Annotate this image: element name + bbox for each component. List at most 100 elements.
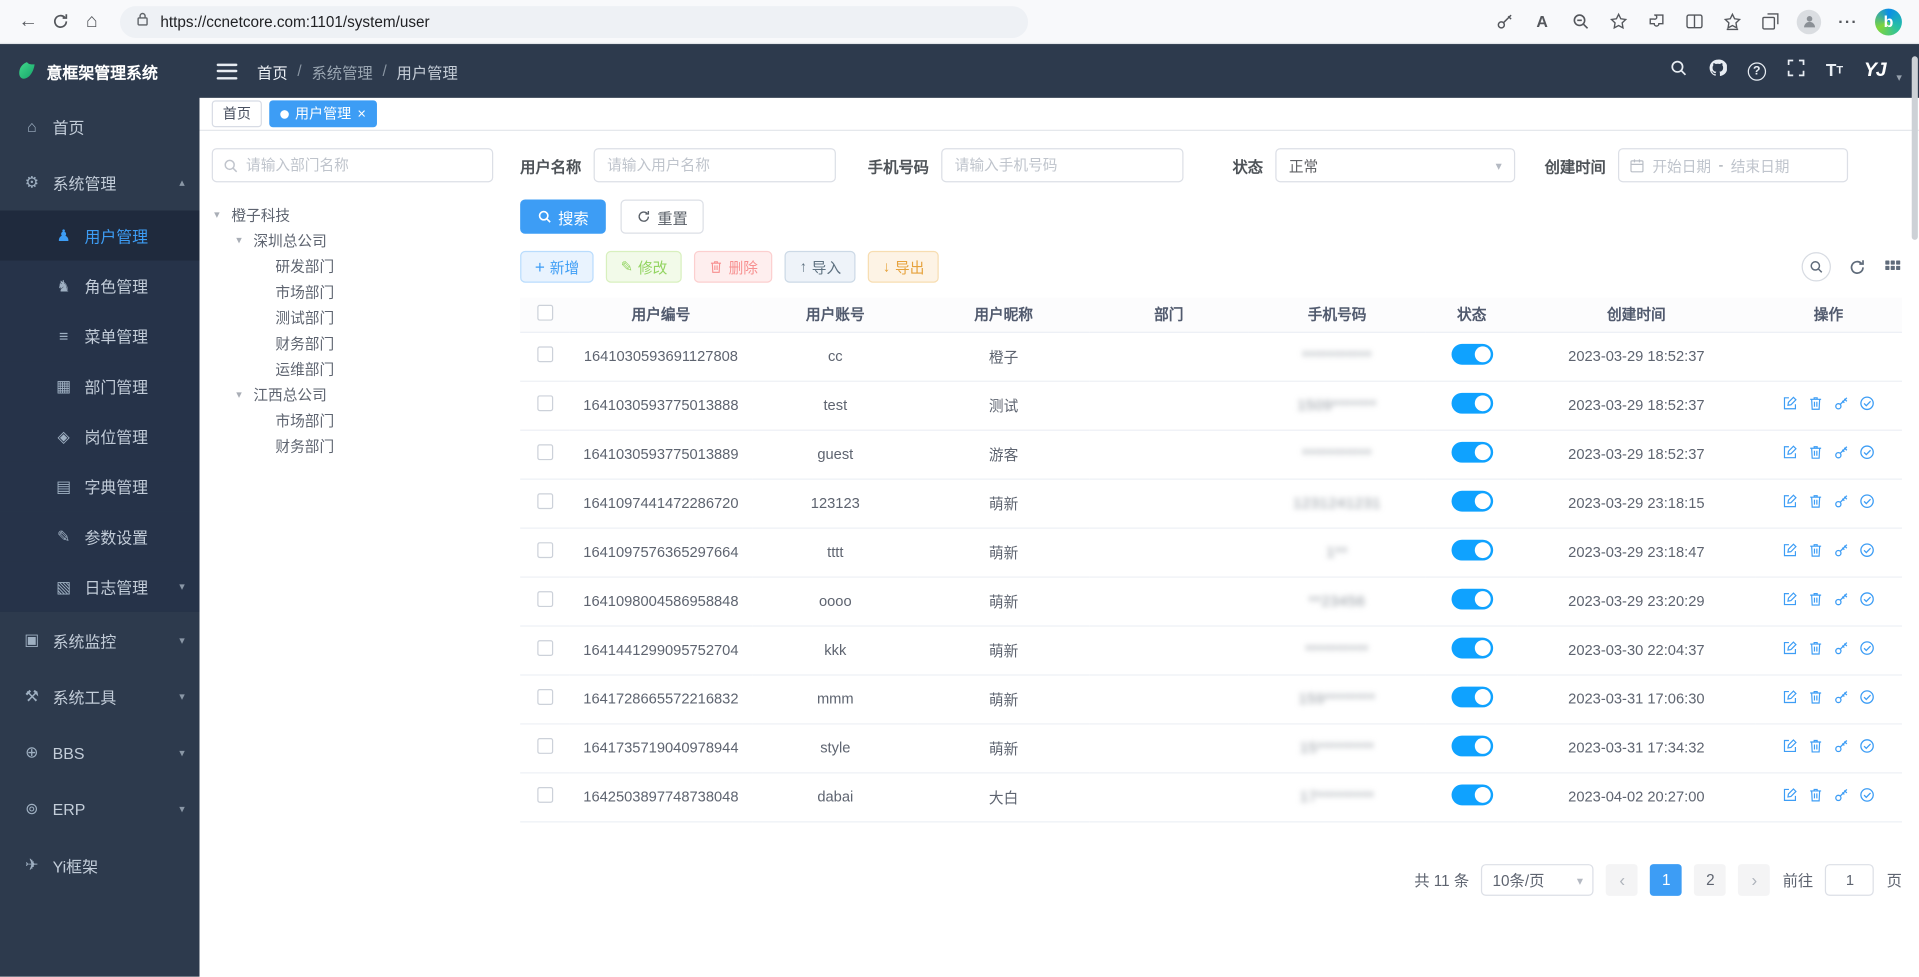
favorites-bar-icon[interactable]: [1721, 10, 1743, 32]
status-toggle[interactable]: [1451, 589, 1493, 610]
page-button[interactable]: 2: [1694, 863, 1726, 895]
row-reset-password-icon[interactable]: [1833, 689, 1849, 705]
tree-node[interactable]: 运维部门: [212, 356, 493, 382]
row-edit-icon[interactable]: [1782, 542, 1798, 558]
status-toggle[interactable]: [1451, 785, 1493, 806]
tree-node[interactable]: 市场部门: [212, 408, 493, 434]
table-refresh-icon[interactable]: [1848, 258, 1866, 276]
reset-button[interactable]: 重置: [621, 199, 704, 233]
tab[interactable]: 首页: [212, 100, 262, 127]
tree-node[interactable]: 市场部门: [212, 279, 493, 305]
row-checkbox[interactable]: [537, 640, 553, 656]
tree-node[interactable]: 财务部门: [212, 433, 493, 459]
row-edit-icon[interactable]: [1782, 738, 1798, 754]
row-assign-role-icon[interactable]: [1859, 738, 1875, 754]
sidebar-item[interactable]: ✎ 参数设置: [0, 512, 199, 562]
row-assign-role-icon[interactable]: [1859, 395, 1875, 411]
row-checkbox[interactable]: [537, 346, 553, 362]
edit-button[interactable]: 修改: [606, 251, 682, 283]
row-reset-password-icon[interactable]: [1833, 395, 1849, 411]
user-avatar[interactable]: YJ: [1864, 60, 1886, 82]
header-search-icon[interactable]: [1669, 59, 1687, 83]
delete-button[interactable]: 删除: [694, 251, 772, 283]
department-search-input[interactable]: [246, 157, 482, 174]
row-assign-role-icon[interactable]: [1859, 689, 1875, 705]
status-toggle[interactable]: [1451, 687, 1493, 708]
row-assign-role-icon[interactable]: [1859, 787, 1875, 803]
status-toggle[interactable]: [1451, 736, 1493, 757]
row-reset-password-icon[interactable]: [1833, 542, 1849, 558]
bing-icon[interactable]: b: [1875, 8, 1902, 35]
browser-home-icon[interactable]: [76, 6, 108, 38]
row-delete-icon[interactable]: [1808, 689, 1824, 705]
sidebar-item[interactable]: ▤ 字典管理: [0, 461, 199, 511]
row-assign-role-icon[interactable]: [1859, 640, 1875, 656]
status-toggle[interactable]: [1451, 638, 1493, 659]
extensions-icon[interactable]: [1645, 10, 1667, 32]
status-select[interactable]: 正常: [1275, 148, 1515, 182]
sidebar-item[interactable]: ≡ 菜单管理: [0, 311, 199, 361]
sidebar-item[interactable]: ⊚ ERP ▾: [0, 781, 199, 837]
sidebar-item[interactable]: ♟ 用户管理: [0, 211, 199, 261]
column-settings-icon[interactable]: [1884, 258, 1902, 276]
tree-node[interactable]: ▾ 橙子科技: [212, 202, 493, 228]
row-assign-role-icon[interactable]: [1859, 444, 1875, 460]
sidebar-item[interactable]: ⚒ 系统工具 ▾: [0, 668, 199, 724]
next-page-button[interactable]: ›: [1739, 863, 1771, 895]
row-delete-icon[interactable]: [1808, 738, 1824, 754]
row-checkbox[interactable]: [537, 444, 553, 460]
sidebar-item[interactable]: ⌂ 首页: [0, 98, 199, 154]
sidebar-item[interactable]: ▧ 日志管理 ▾: [0, 562, 199, 612]
add-button[interactable]: 新增: [520, 251, 594, 283]
password-key-icon[interactable]: [1493, 10, 1515, 32]
row-delete-icon[interactable]: [1808, 591, 1824, 607]
row-assign-role-icon[interactable]: [1859, 591, 1875, 607]
row-checkbox[interactable]: [537, 738, 553, 754]
row-reset-password-icon[interactable]: [1833, 640, 1849, 656]
goto-page-input[interactable]: [1825, 863, 1874, 895]
row-reset-password-icon[interactable]: [1833, 787, 1849, 803]
page-button[interactable]: 1: [1650, 863, 1682, 895]
export-button[interactable]: 导出: [868, 251, 939, 283]
row-reset-password-icon[interactable]: [1833, 444, 1849, 460]
browser-refresh-icon[interactable]: [44, 6, 76, 38]
avatar-dropdown-icon[interactable]: ▾: [1896, 70, 1902, 83]
status-toggle[interactable]: [1451, 393, 1493, 414]
date-range-picker[interactable]: 开始日期 - 结束日期: [1618, 148, 1848, 182]
row-edit-icon[interactable]: [1782, 444, 1798, 460]
browser-profile-avatar[interactable]: [1797, 9, 1821, 33]
row-reset-password-icon[interactable]: [1833, 738, 1849, 754]
row-delete-icon[interactable]: [1808, 444, 1824, 460]
browser-menu-icon[interactable]: [1837, 10, 1859, 32]
breadcrumb-home[interactable]: 首页: [257, 59, 288, 82]
tree-node[interactable]: 测试部门: [212, 305, 493, 331]
row-edit-icon[interactable]: [1782, 640, 1798, 656]
tab-close-icon[interactable]: [357, 105, 366, 122]
row-delete-icon[interactable]: [1808, 787, 1824, 803]
tree-node[interactable]: ▾ 深圳总公司: [212, 228, 493, 254]
sidebar-item[interactable]: ♞ 角色管理: [0, 261, 199, 311]
sidebar-item[interactable]: ◈ 岗位管理: [0, 411, 199, 461]
row-checkbox[interactable]: [537, 787, 553, 803]
row-delete-icon[interactable]: [1808, 395, 1824, 411]
collapse-sidebar-icon[interactable]: [217, 63, 238, 79]
row-reset-password-icon[interactable]: [1833, 493, 1849, 509]
tree-node[interactable]: 研发部门: [212, 253, 493, 279]
row-checkbox[interactable]: [537, 591, 553, 607]
department-search[interactable]: [212, 148, 493, 182]
status-toggle[interactable]: [1451, 540, 1493, 561]
row-checkbox[interactable]: [537, 493, 553, 509]
address-bar[interactable]: https://ccnetcore.com:1101/system/user: [120, 6, 1028, 38]
sidebar-item[interactable]: ✈ Yi框架: [0, 837, 199, 893]
help-icon[interactable]: [1748, 62, 1766, 80]
row-edit-icon[interactable]: [1782, 493, 1798, 509]
row-delete-icon[interactable]: [1808, 542, 1824, 558]
split-screen-icon[interactable]: [1683, 10, 1705, 32]
select-all-checkbox[interactable]: [537, 304, 553, 320]
row-checkbox[interactable]: [537, 395, 553, 411]
prev-page-button[interactable]: ‹: [1606, 863, 1638, 895]
page-size-select[interactable]: 10条/页: [1481, 863, 1594, 895]
tree-node[interactable]: ▾ 江西总公司: [212, 382, 493, 408]
collections-icon[interactable]: [1759, 10, 1781, 32]
table-search-toggle-icon[interactable]: [1802, 252, 1831, 281]
